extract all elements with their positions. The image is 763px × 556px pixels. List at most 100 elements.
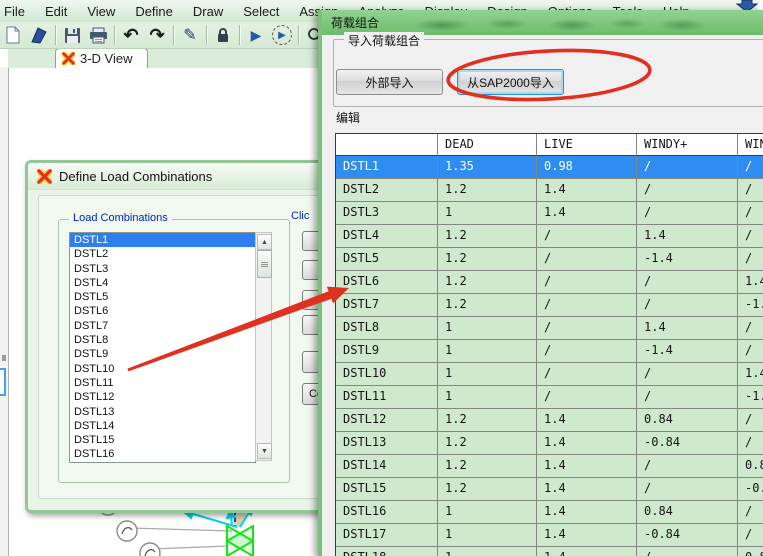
table-row[interactable]: DSTL121.21.40.84/ [336,409,763,432]
table-cell: DSTL7 [336,294,438,317]
open-icon[interactable] [26,23,52,47]
menu-edit[interactable]: Edit [35,2,77,21]
list-item[interactable]: DSTL13 [70,405,255,419]
table-row[interactable]: DSTL1811.4/0.84 [336,547,763,556]
table-row[interactable]: DSTL151.21.4/-0.84 [336,478,763,501]
table-cell: DSTL2 [336,179,438,202]
table-cell: 1.35 [438,156,537,179]
load-combinations-list[interactable]: DSTL1DSTL2DSTL3DSTL4DSTL5DSTL6DSTL7DSTL8… [69,232,256,463]
table-row[interactable]: DSTL1611.40.84/ [336,501,763,524]
table-cell: -1.4 [637,248,738,271]
table-cell: 1.4 [637,317,738,340]
column-header: WINDY- [738,134,763,156]
list-item[interactable]: DSTL11 [70,376,255,390]
table-cell: DSTL8 [336,317,438,340]
table-header-row[interactable]: DEADLIVEWINDY+WINDY- [336,134,763,156]
define-dialog-title: Define Load Combinations [59,169,212,184]
table-cell: DSTL11 [336,386,438,409]
table-cell: / [738,340,763,363]
table-cell: / [738,317,763,340]
list-item[interactable]: DSTL3 [70,262,255,276]
run-analysis-icon[interactable]: ▶ [269,23,295,47]
table-cell: / [637,294,738,317]
table-cell: 1.2 [438,294,537,317]
list-item[interactable]: DSTL1 [70,233,255,247]
table-row[interactable]: DSTL11.350.98// [336,156,763,179]
table-cell: DSTL3 [336,202,438,225]
scroll-down-button[interactable]: ▼ [257,443,272,459]
pen-icon[interactable]: ✎ [177,23,203,47]
table-row[interactable]: DSTL311.4// [336,202,763,225]
left-edge-toolbar [0,67,9,556]
table-cell: / [537,386,637,409]
list-item[interactable]: DSTL9 [70,347,255,361]
table-cell: DSTL10 [336,363,438,386]
table-row[interactable]: DSTL91/-1.4/ [336,340,763,363]
table-cell: 1.4 [738,363,763,386]
table-cell: / [637,202,738,225]
table-row[interactable]: DSTL41.2/1.4/ [336,225,763,248]
list-item[interactable]: DSTL14 [70,419,255,433]
list-item[interactable]: DSTL12 [70,390,255,404]
print-icon[interactable] [85,23,111,47]
list-item[interactable]: DSTL15 [70,433,255,447]
table-cell: 1.4 [537,501,637,524]
table-cell: / [637,455,738,478]
toolbar-separator [114,25,115,45]
save-icon[interactable] [59,23,85,47]
sap2000-import-button[interactable]: 从SAP2000导入 [457,69,564,95]
list-item[interactable]: DSTL8 [70,333,255,347]
table-cell: 1.4 [537,547,637,556]
undo-icon[interactable]: ↶ [118,23,144,47]
menu-file[interactable]: File [0,2,35,21]
table-cell: -0.84 [637,524,738,547]
column-header: DEAD [438,134,537,156]
list-item[interactable]: DSTL2 [70,247,255,261]
scroll-up-button[interactable]: ▲ [257,234,272,250]
table-row[interactable]: DSTL21.21.4// [336,179,763,202]
table-cell: 1.4 [537,202,637,225]
table-cell: DSTL13 [336,432,438,455]
table-cell: / [637,271,738,294]
table-row[interactable]: DSTL61.2//1.4 [336,271,763,294]
combos-table[interactable]: DEADLIVEWINDY+WINDY-DSTL11.350.98//DSTL2… [335,133,763,556]
table-cell: / [637,386,738,409]
menu-view[interactable]: View [77,2,125,21]
menu-draw[interactable]: Draw [183,2,233,21]
table-cell: -1.4 [738,386,763,409]
table-row[interactable]: DSTL111//-1.4 [336,386,763,409]
table-row[interactable]: DSTL51.2/-1.4/ [336,248,763,271]
table-cell: DSTL4 [336,225,438,248]
run-icon[interactable]: ▶ [243,23,269,47]
menu-define[interactable]: Define [125,2,183,21]
redo-icon[interactable]: ↷ [144,23,170,47]
table-row[interactable]: DSTL1711.4-0.84/ [336,524,763,547]
table-row[interactable]: DSTL81/1.4/ [336,317,763,340]
lock-icon[interactable] [210,23,236,47]
table-row[interactable]: DSTL131.21.4-0.84/ [336,432,763,455]
list-item[interactable]: DSTL5 [70,290,255,304]
menu-select[interactable]: Select [233,2,289,21]
list-item[interactable]: DSTL6 [70,304,255,318]
table-cell: 1 [438,386,537,409]
table-cell: 1 [438,547,537,556]
table-cell: 1.4 [537,478,637,501]
scroll-thumb[interactable] [257,250,272,278]
new-file-icon[interactable] [0,23,26,47]
clipped-floating-panel [0,368,6,396]
external-import-button[interactable]: 外部导入 [336,69,443,95]
table-cell: / [637,547,738,556]
table-cell: -0.84 [738,478,763,501]
click-to-group-label-clipped: Clic [291,210,309,222]
tab-label: 3-D View [80,51,133,66]
list-item[interactable]: DSTL10 [70,362,255,376]
tab-3d-view[interactable]: 3-D View [55,48,148,68]
list-scrollbar[interactable]: ▲ ▼ [255,232,272,461]
list-item[interactable]: DSTL4 [70,276,255,290]
list-item[interactable]: DSTL7 [70,319,255,333]
define-dialog-titlebar[interactable]: Define Load Combinations [28,163,321,190]
table-row[interactable]: DSTL101//1.4 [336,363,763,386]
list-item[interactable]: DSTL16 [70,447,255,461]
table-row[interactable]: DSTL141.21.4/0.84 [336,455,763,478]
table-row[interactable]: DSTL71.2//-1.4 [336,294,763,317]
